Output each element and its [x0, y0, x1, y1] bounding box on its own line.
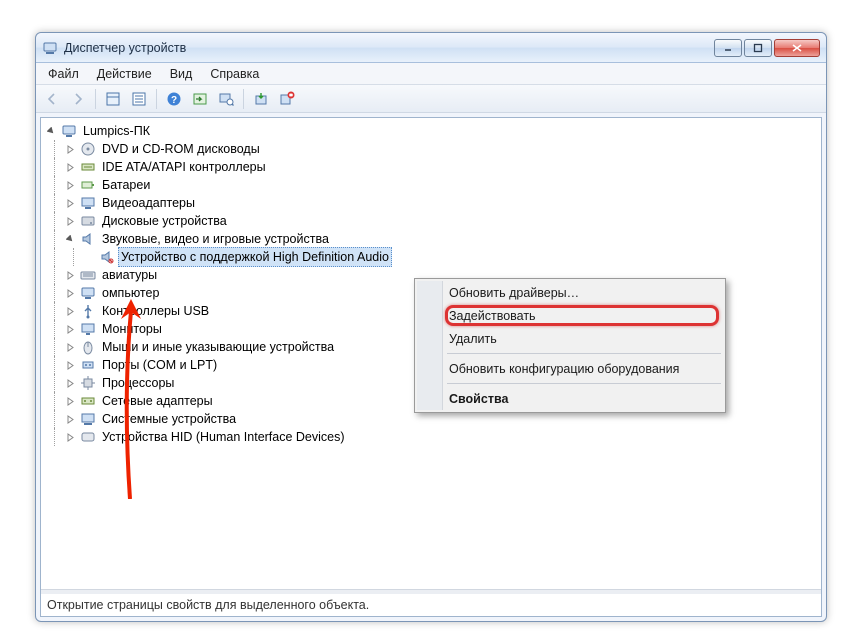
tree-category[interactable]: DVD и CD-ROM дисководы: [45, 140, 821, 158]
scan-button[interactable]: [214, 88, 238, 110]
category-label: Звуковые, видео и игровые устройства: [99, 230, 332, 248]
toolbar: ?: [36, 85, 826, 113]
category-icon: [80, 177, 96, 193]
device-label: Устройство с поддержкой High Definition …: [118, 247, 392, 267]
app-icon: [42, 40, 58, 56]
tree-category[interactable]: Дисковые устройства: [45, 212, 821, 230]
category-icon: [80, 429, 96, 445]
ctx-update-drivers[interactable]: Обновить драйверы…: [417, 281, 723, 304]
category-icon: [80, 141, 96, 157]
expand-icon[interactable]: [64, 341, 76, 353]
category-icon: [80, 213, 96, 229]
close-button[interactable]: [774, 39, 820, 57]
update-driver-button[interactable]: [249, 88, 273, 110]
uninstall-button[interactable]: [275, 88, 299, 110]
category-label: Системные устройства: [99, 410, 239, 428]
tree-root[interactable]: Lumpics-ПК: [45, 122, 821, 140]
category-label: IDE ATA/ATAPI контроллеры: [99, 158, 269, 176]
help-button[interactable]: ?: [162, 88, 186, 110]
titlebar: Диспетчер устройств: [36, 33, 826, 63]
maximize-button[interactable]: [744, 39, 772, 57]
category-icon: [80, 411, 96, 427]
expand-icon[interactable]: [64, 143, 76, 155]
menubar: Файл Действие Вид Справка: [36, 63, 826, 85]
menu-action[interactable]: Действие: [89, 65, 160, 83]
expand-icon[interactable]: [64, 431, 76, 443]
collapse-icon[interactable]: [64, 233, 76, 245]
list-button[interactable]: [127, 88, 151, 110]
category-label: Дисковые устройства: [99, 212, 230, 230]
category-icon: [80, 231, 96, 247]
category-icon: [80, 339, 96, 355]
context-menu: Обновить драйверы… Задействовать Удалить…: [414, 278, 726, 413]
category-label: DVD и CD-ROM дисководы: [99, 140, 263, 158]
tree-category[interactable]: Звуковые, видео и игровые устройства: [45, 230, 821, 248]
expand-icon[interactable]: [64, 197, 76, 209]
audio-device-icon: [99, 249, 115, 265]
frame-button[interactable]: [101, 88, 125, 110]
ctx-delete[interactable]: Удалить: [417, 327, 723, 350]
forward-button[interactable]: [66, 88, 90, 110]
category-label: омпьютер: [99, 284, 162, 302]
category-label: Устройства HID (Human Interface Devices): [99, 428, 348, 446]
category-label: Мониторы: [99, 320, 165, 338]
category-label: Батареи: [99, 176, 153, 194]
window-title: Диспетчер устройств: [64, 41, 708, 55]
minimize-button[interactable]: [714, 39, 742, 57]
category-icon: [80, 303, 96, 319]
menu-view[interactable]: Вид: [162, 65, 201, 83]
expand-icon[interactable]: [64, 305, 76, 317]
category-label: Мыши и иные указывающие устройства: [99, 338, 337, 356]
category-label: Порты (COM и LPT): [99, 356, 220, 374]
collapse-icon[interactable]: [45, 125, 57, 137]
expand-icon[interactable]: [64, 323, 76, 335]
computer-icon: [61, 123, 77, 139]
category-label: авиатуры: [99, 266, 160, 284]
expand-icon[interactable]: [64, 179, 76, 191]
category-label: Сетевые адаптеры: [99, 392, 216, 410]
expand-icon[interactable]: [64, 287, 76, 299]
tree-device-selected[interactable]: Устройство с поддержкой High Definition …: [45, 248, 821, 266]
category-icon: [80, 321, 96, 337]
category-label: Контроллеры USB: [99, 302, 212, 320]
category-icon: [80, 285, 96, 301]
ctx-properties[interactable]: Свойства: [417, 387, 723, 410]
category-icon: [80, 267, 96, 283]
tree-category[interactable]: IDE ATA/ATAPI контроллеры: [45, 158, 821, 176]
enable-button[interactable]: [188, 88, 212, 110]
ctx-refresh-config[interactable]: Обновить конфигурацию оборудования: [417, 357, 723, 380]
ctx-enable[interactable]: Задействовать: [417, 304, 723, 327]
menu-file[interactable]: Файл: [40, 65, 87, 83]
category-icon: [80, 159, 96, 175]
expand-icon[interactable]: [64, 359, 76, 371]
category-label: Видеоадаптеры: [99, 194, 198, 212]
expand-icon[interactable]: [64, 395, 76, 407]
category-label: Процессоры: [99, 374, 177, 392]
tree-category[interactable]: Батареи: [45, 176, 821, 194]
svg-text:?: ?: [171, 95, 177, 106]
expand-icon[interactable]: [64, 215, 76, 227]
expand-icon[interactable]: [64, 161, 76, 173]
status-text: Открытие страницы свойств для выделенног…: [47, 598, 369, 612]
statusbar: Открытие страницы свойств для выделенног…: [41, 594, 821, 616]
expand-icon[interactable]: [64, 377, 76, 389]
category-icon: [80, 393, 96, 409]
tree-category[interactable]: Устройства HID (Human Interface Devices): [45, 428, 821, 446]
expand-icon[interactable]: [64, 413, 76, 425]
device-manager-window: Диспетчер устройств Файл Действие Вид Сп…: [35, 32, 827, 622]
expand-icon[interactable]: [64, 269, 76, 281]
back-button[interactable]: [40, 88, 64, 110]
category-icon: [80, 357, 96, 373]
menu-help[interactable]: Справка: [202, 65, 267, 83]
category-icon: [80, 195, 96, 211]
tree-category[interactable]: Видеоадаптеры: [45, 194, 821, 212]
category-icon: [80, 375, 96, 391]
tree-root-label: Lumpics-ПК: [80, 122, 153, 140]
